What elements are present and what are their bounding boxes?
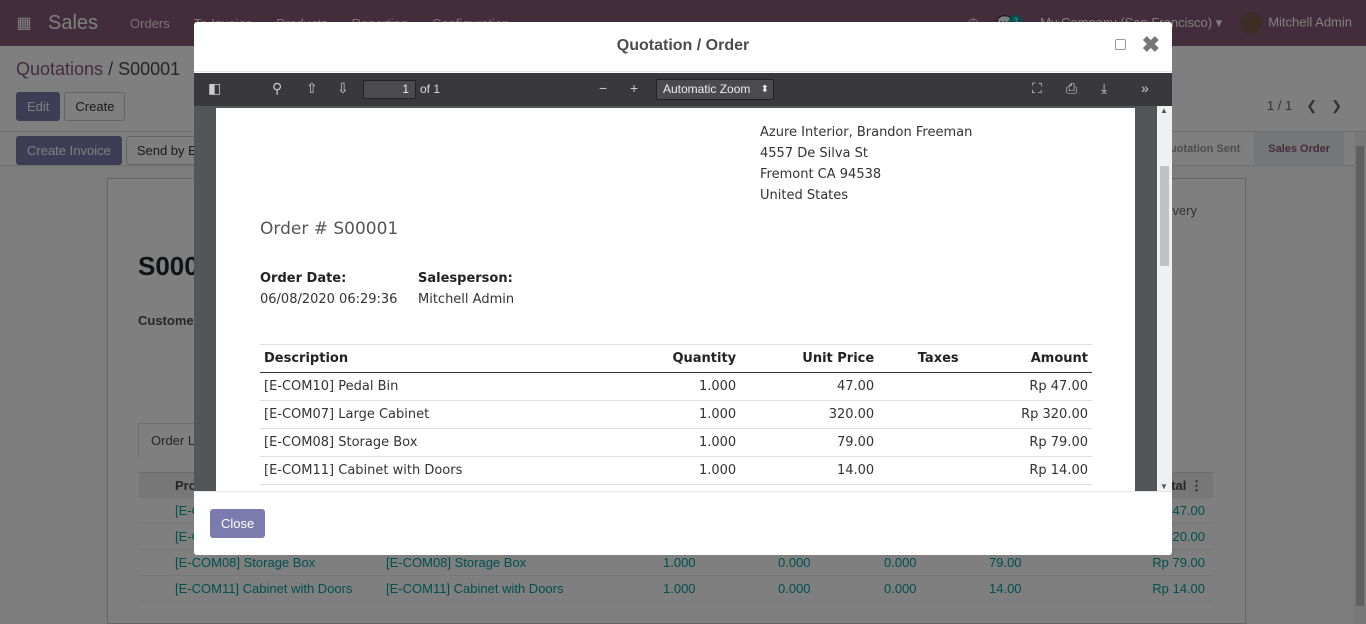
cell-desc: [E-COM11] Cabinet with Doors <box>260 456 617 485</box>
cell-amount: Rp 47.00 <box>962 372 1092 401</box>
previous-page-icon[interactable]: ⇧ <box>306 80 318 97</box>
page-number-input[interactable]: 1 <box>363 80 416 99</box>
address-line: 4557 De Silva St <box>760 146 868 161</box>
print-icon[interactable]: ⎙ <box>1066 80 1077 97</box>
cell-price: 320.00 <box>740 400 879 429</box>
dialog-header: Quotation / Order ✖ <box>194 22 1172 72</box>
address-line: United States <box>760 188 849 203</box>
col-quantity: Quantity <box>616 344 741 373</box>
dialog-footer: Close <box>194 491 1172 555</box>
pdf-viewer: ◧ ⚲ ⇧ ⇩ 1 of 1 − + Automatic Zoom ⛶ ⎙ ⤓ … <box>194 73 1172 491</box>
zoom-in-icon[interactable]: + <box>630 80 638 96</box>
cell-desc: [E-COM10] Pedal Bin <box>260 372 617 401</box>
maximize-icon[interactable] <box>1115 39 1126 50</box>
zoom-out-icon[interactable]: − <box>599 80 607 96</box>
tools-menu-icon[interactable]: » <box>1141 80 1149 96</box>
scroll-up-icon[interactable]: ▲ <box>1160 106 1168 115</box>
cell-qty: 1.000 <box>616 456 741 485</box>
sidebar-toggle-icon[interactable]: ◧ <box>208 80 221 97</box>
address-line: Azure Interior, Brandon Freeman <box>760 125 973 140</box>
cell-price: 79.00 <box>740 428 879 457</box>
col-description: Description <box>260 344 617 373</box>
zoom-select[interactable]: Automatic Zoom <box>656 79 774 100</box>
page-count: of 1 <box>420 82 441 96</box>
cell-taxes <box>878 428 963 457</box>
next-page-icon[interactable]: ⇩ <box>337 80 349 97</box>
cell-qty: 1.000 <box>616 428 741 457</box>
order-lines-document-table: Description Quantity Unit Price Taxes Am… <box>260 344 1092 485</box>
report-dialog: Quotation / Order ✖ ◧ ⚲ ⇧ ⇩ 1 of 1 − + A… <box>194 22 1172 555</box>
fullscreen-icon[interactable]: ⛶ <box>1032 80 1042 97</box>
col-amount: Amount <box>962 344 1092 373</box>
order-date-block: Order Date: 06/08/2020 06:29:36 <box>260 268 397 310</box>
cell-amount: Rp 320.00 <box>962 400 1092 429</box>
pdf-scrollbar-thumb[interactable] <box>1160 166 1169 266</box>
close-button[interactable]: Close <box>210 509 266 538</box>
address-line: Fremont CA 94538 <box>760 167 882 182</box>
cell-taxes <box>878 456 963 485</box>
salesperson-block: Salesperson: Mitchell Admin <box>418 268 514 310</box>
salesperson-label: Salesperson: <box>418 271 513 286</box>
pdf-page: Azure Interior, Brandon Freeman 4557 De … <box>216 108 1135 491</box>
order-date-value: 06/08/2020 06:29:36 <box>260 292 398 307</box>
table-row: [E-COM10] Pedal Bin 1.000 47.00 Rp 47.00 <box>260 372 1092 401</box>
table-row: [E-COM07] Large Cabinet 1.000 320.00 Rp 320… <box>260 400 1092 429</box>
pdf-scrollbar[interactable]: ▲ ▼ <box>1157 106 1172 491</box>
download-icon[interactable]: ⤓ <box>1101 80 1107 97</box>
pdf-toolbar: ◧ ⚲ ⇧ ⇩ 1 of 1 − + Automatic Zoom ⛶ ⎙ ⤓ … <box>194 73 1172 106</box>
cell-desc: [E-COM08] Storage Box <box>260 428 617 457</box>
cell-taxes <box>878 400 963 429</box>
cell-desc: [E-COM07] Large Cabinet <box>260 400 617 429</box>
cell-qty: 1.000 <box>616 372 741 401</box>
table-row: [E-COM11] Cabinet with Doors 1.000 14.00 Rp… <box>260 456 1092 485</box>
cell-qty: 1.000 <box>616 400 741 429</box>
dialog-title: Quotation / Order <box>616 37 750 54</box>
salesperson-value: Mitchell Admin <box>418 292 515 307</box>
table-row: [E-COM08] Storage Box 1.000 79.00 Rp 79.00 <box>260 428 1092 457</box>
col-unit-price: Unit Price <box>740 344 879 373</box>
cell-amount: Rp 14.00 <box>962 456 1092 485</box>
order-date-label: Order Date: <box>260 271 347 286</box>
cell-taxes <box>878 372 963 401</box>
cell-price: 47.00 <box>740 372 879 401</box>
document-order-title: Order # S00001 <box>260 219 399 239</box>
customer-address: Azure Interior, Brandon Freeman 4557 De … <box>760 122 972 206</box>
scroll-down-icon[interactable]: ▼ <box>1160 482 1168 491</box>
close-icon[interactable]: ✖ <box>1142 32 1160 58</box>
cell-amount: Rp 79.00 <box>962 428 1092 457</box>
search-icon[interactable]: ⚲ <box>272 80 282 97</box>
col-taxes: Taxes <box>878 344 963 373</box>
cell-price: 14.00 <box>740 456 879 485</box>
